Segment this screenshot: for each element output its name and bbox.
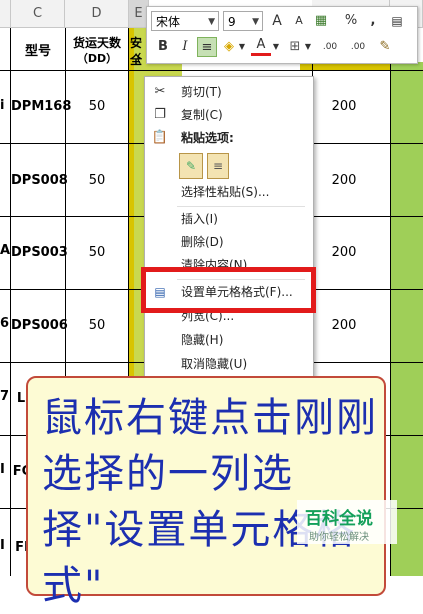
header-shipping-days-sub: （DD） bbox=[76, 52, 118, 65]
menu-item-label: 粘贴选项: bbox=[181, 131, 234, 145]
chevron-down-icon: ▼ bbox=[252, 17, 259, 27]
header-model[interactable]: 型号 bbox=[11, 40, 65, 59]
mini-toolbar: 宋体 ▼ 9 ▼ A A ▦ % , ▤ B I ≡ ◈ ▼ A ▼ ⊞ ▼ .… bbox=[146, 6, 418, 64]
italic-button[interactable]: I bbox=[175, 37, 195, 57]
row-fragment: 7 bbox=[0, 389, 10, 404]
menu-item-label: 插入(I) bbox=[181, 212, 218, 226]
menu-item-label: 隐藏(H) bbox=[181, 333, 224, 347]
cell-model[interactable]: DPM168 bbox=[11, 99, 71, 114]
menu-item-label: 取消隐藏(U) bbox=[181, 357, 248, 371]
cell-days[interactable]: 50 bbox=[65, 318, 129, 333]
cell-value[interactable]: 200 bbox=[312, 318, 376, 333]
borders-icon[interactable]: ⊞ bbox=[285, 37, 305, 57]
percent-button[interactable]: % bbox=[341, 11, 361, 31]
paste-icon[interactable]: ≡ bbox=[207, 153, 229, 179]
row-fragment: I bbox=[0, 538, 5, 553]
paste-icon: 📋 bbox=[151, 130, 169, 145]
increase-decimal-button[interactable]: .00 bbox=[317, 37, 343, 57]
cell-value[interactable]: 200 bbox=[312, 173, 376, 188]
font-size-select[interactable]: 9 ▼ bbox=[223, 11, 263, 31]
menu-item-unhide[interactable]: 取消隐藏(U) bbox=[145, 353, 311, 375]
menu-item-label: 剪切(T) bbox=[181, 85, 222, 99]
row-header-corner[interactable] bbox=[0, 0, 11, 28]
watermark-subtitle: 助你轻松解决 bbox=[309, 532, 369, 543]
context-menu: ✂ 剪切(T) ❐ 复制(C) 📋 粘贴选项: ✎ ≡ 选择性粘贴(S)... … bbox=[144, 76, 314, 412]
menu-item-cut[interactable]: ✂ 剪切(T) bbox=[145, 81, 311, 103]
menu-item-label: 删除(D) bbox=[181, 235, 224, 249]
green-column-fill[interactable] bbox=[390, 62, 423, 576]
comma-button[interactable]: , bbox=[363, 11, 383, 31]
watermark-title: 百科全说 bbox=[305, 509, 373, 529]
cell-value[interactable]: 200 bbox=[312, 245, 376, 260]
align-center-button[interactable]: ≡ bbox=[197, 37, 217, 57]
chevron-down-icon[interactable]: ▼ bbox=[237, 37, 247, 57]
grow-font-button[interactable]: A bbox=[267, 11, 287, 31]
shrink-font-button[interactable]: A bbox=[289, 11, 309, 31]
header-safety-sub: （ bbox=[130, 52, 141, 65]
column-header-d[interactable]: D bbox=[65, 0, 129, 28]
cell-model[interactable]: DPS006 bbox=[11, 318, 68, 333]
header-shipping-days[interactable]: 货运天数 bbox=[65, 34, 129, 51]
grid-vline bbox=[390, 28, 391, 576]
highlight-box bbox=[141, 267, 316, 313]
copy-icon: ❐ bbox=[154, 107, 166, 122]
grid-hline bbox=[0, 70, 423, 71]
format-painter-icon[interactable]: ✎ bbox=[375, 37, 395, 57]
cell-days[interactable]: 50 bbox=[65, 245, 129, 260]
font-size-value: 9 bbox=[228, 15, 236, 29]
watermark: 百科全说 助你轻松解决 bbox=[297, 500, 397, 544]
row-fragment: 6 bbox=[0, 316, 10, 331]
menu-item-insert[interactable]: 插入(I) bbox=[145, 208, 311, 230]
chevron-down-icon: ▼ bbox=[208, 17, 215, 27]
cell-value[interactable]: 200 bbox=[312, 99, 376, 114]
decrease-decimal-button[interactable]: .00 bbox=[345, 37, 371, 57]
scissors-icon: ✂ bbox=[154, 84, 166, 99]
chevron-down-icon[interactable]: ▼ bbox=[271, 37, 281, 57]
row-fragment: i bbox=[0, 98, 5, 113]
menu-item-label: 选择性粘贴(S)... bbox=[181, 185, 270, 199]
chevron-down-icon[interactable]: ▼ bbox=[303, 37, 313, 57]
cell-days[interactable]: 50 bbox=[65, 173, 129, 188]
menu-item-paste-special[interactable]: 选择性粘贴(S)... bbox=[145, 181, 311, 203]
font-name-select[interactable]: 宋体 ▼ bbox=[151, 11, 219, 31]
menu-separator bbox=[177, 206, 305, 207]
row-fragment: I bbox=[0, 462, 5, 477]
cell-model[interactable]: DPS003 bbox=[11, 245, 68, 260]
font-color-button[interactable]: A bbox=[251, 37, 271, 56]
menu-item-delete[interactable]: 删除(D) bbox=[145, 231, 311, 253]
column-header-c[interactable]: C bbox=[11, 0, 65, 28]
fill-color-icon[interactable]: ◈ bbox=[219, 37, 239, 57]
currency-icon[interactable]: ▦ bbox=[311, 11, 331, 31]
bold-button[interactable]: B bbox=[153, 37, 173, 57]
cell-model[interactable]: DPS008 bbox=[11, 173, 68, 188]
menu-item-label: 复制(C) bbox=[181, 108, 223, 122]
menu-item-copy[interactable]: ❐ 复制(C) bbox=[145, 104, 311, 126]
instruction-callout: 鼠标右键点击刚刚选择的一列选择"设置单元格格式" bbox=[26, 376, 386, 609]
row-fragment: A bbox=[0, 243, 11, 258]
menu-item-paste-options: 📋 粘贴选项: bbox=[145, 127, 311, 149]
merge-icon[interactable]: ▤ bbox=[387, 11, 407, 31]
menu-item-hide[interactable]: 隐藏(H) bbox=[145, 329, 311, 351]
paste-special-icon[interactable]: ✎ bbox=[179, 153, 203, 179]
font-name-value: 宋体 bbox=[156, 15, 181, 29]
cell-days[interactable]: 50 bbox=[65, 99, 129, 114]
